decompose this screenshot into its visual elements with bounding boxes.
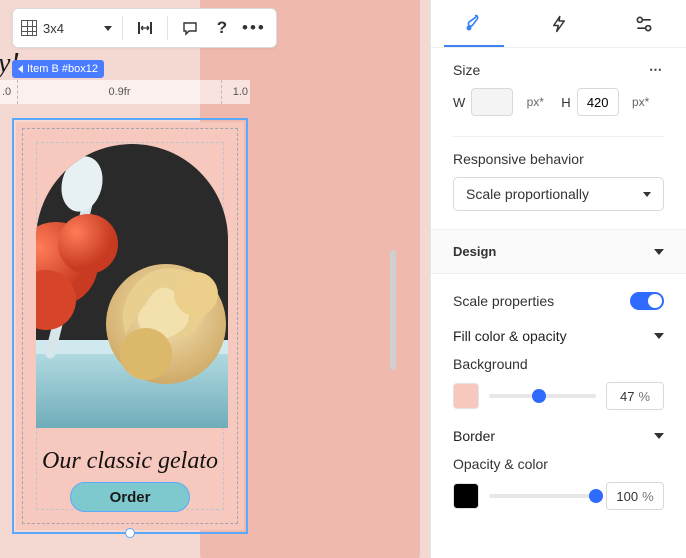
background-opacity-unit: % (638, 389, 650, 404)
size-heading: Size (453, 62, 480, 78)
section-size: Size ⋯ W px* H px* (431, 48, 686, 136)
slider-knob[interactable] (589, 489, 603, 503)
scale-properties-toggle[interactable] (630, 292, 664, 310)
panel-tabs (431, 0, 686, 48)
border-opacity-unit: % (642, 489, 654, 504)
chevron-down-icon (104, 26, 112, 31)
background-opacity-input[interactable]: 47 % (606, 382, 664, 410)
comment-button[interactable] (174, 12, 206, 44)
canvas-scrollbar[interactable] (390, 250, 396, 370)
lightning-icon (550, 14, 568, 34)
gelato-image[interactable] (36, 144, 228, 428)
help-button[interactable]: ? (206, 12, 238, 44)
background-label: Background (453, 356, 664, 372)
tab-design[interactable] (444, 0, 504, 47)
caret-down-icon (654, 333, 664, 339)
design-heading: Design (453, 244, 496, 259)
border-heading: Border (453, 428, 495, 444)
scale-properties-label: Scale properties (453, 293, 554, 309)
background-opacity-value: 47 (620, 389, 634, 404)
grid-size-label: 3x4 (43, 21, 64, 36)
background-opacity-slider[interactable] (489, 386, 596, 406)
tab-settings[interactable] (614, 0, 674, 47)
height-label: H (561, 95, 570, 110)
canvas[interactable]: y! 3x4 ? (0, 0, 430, 558)
size-more-button[interactable]: ⋯ (649, 62, 664, 78)
caret-down-icon (654, 249, 664, 255)
border-color-swatch[interactable] (453, 483, 479, 509)
column-ruler: .0 0.9fr 1.0 (0, 80, 250, 104)
border-opacity-slider[interactable] (489, 486, 596, 506)
comment-icon (182, 20, 198, 36)
canvas-top-toolbar: 3x4 ? ••• (12, 8, 277, 48)
ruler-mark: 0.9fr (18, 80, 222, 104)
section-responsive: Responsive behavior Scale proportionally (431, 137, 686, 229)
section-design-header[interactable]: Design (431, 229, 686, 274)
inspector-panel: Size ⋯ W px* H px* Responsive behavior S… (430, 0, 686, 558)
gelato-illustration (36, 144, 228, 428)
responsive-behavior-select[interactable]: Scale proportionally (453, 177, 664, 211)
height-unit[interactable]: px* (625, 88, 657, 116)
background-color-swatch[interactable] (453, 383, 479, 409)
border-opacity-value: 100 (616, 489, 638, 504)
selection-tag-label: Item B #box12 (27, 63, 98, 75)
ruler-mark: .0 (0, 80, 18, 104)
question-icon: ? (217, 18, 227, 38)
grid-icon (21, 20, 37, 36)
border-section-header[interactable]: Border (453, 422, 664, 450)
selected-element[interactable]: Our classic gelato Order (12, 118, 248, 534)
grid-size-dropdown[interactable]: 3x4 (13, 9, 122, 47)
section-design-body: Scale properties Fill color & opacity Ba… (431, 274, 686, 524)
fill-heading: Fill color & opacity (453, 328, 567, 344)
chevron-down-icon (643, 192, 651, 197)
tab-actions[interactable] (529, 0, 589, 47)
height-input[interactable] (577, 88, 619, 116)
border-opacity-input[interactable]: 100 % (606, 482, 664, 510)
caret-down-icon (654, 433, 664, 439)
card-title[interactable]: Our classic gelato (14, 448, 246, 475)
selection-tag[interactable]: Item B #box12 (12, 60, 104, 78)
order-button-label: Order (110, 489, 151, 506)
width-label: W (453, 95, 465, 110)
ellipsis-icon: ••• (242, 25, 266, 31)
expand-horizontal-icon (137, 20, 153, 36)
width-input[interactable] (471, 88, 513, 116)
responsive-value: Scale proportionally (466, 186, 589, 202)
brush-icon (464, 13, 484, 33)
opacity-color-label: Opacity & color (453, 456, 664, 472)
width-unit[interactable]: px* (519, 88, 551, 116)
more-actions-button[interactable]: ••• (238, 12, 270, 44)
layout-expand-button[interactable] (129, 12, 161, 44)
responsive-heading: Responsive behavior (453, 151, 584, 167)
resize-handle-bottom[interactable] (125, 528, 135, 538)
panel-gutter (430, 0, 431, 558)
order-button[interactable]: Order (70, 482, 190, 512)
ruler-mark: 1.0 (222, 80, 250, 104)
settings-icon (633, 14, 655, 34)
fill-section-header[interactable]: Fill color & opacity (453, 322, 664, 350)
slider-knob[interactable] (532, 389, 546, 403)
